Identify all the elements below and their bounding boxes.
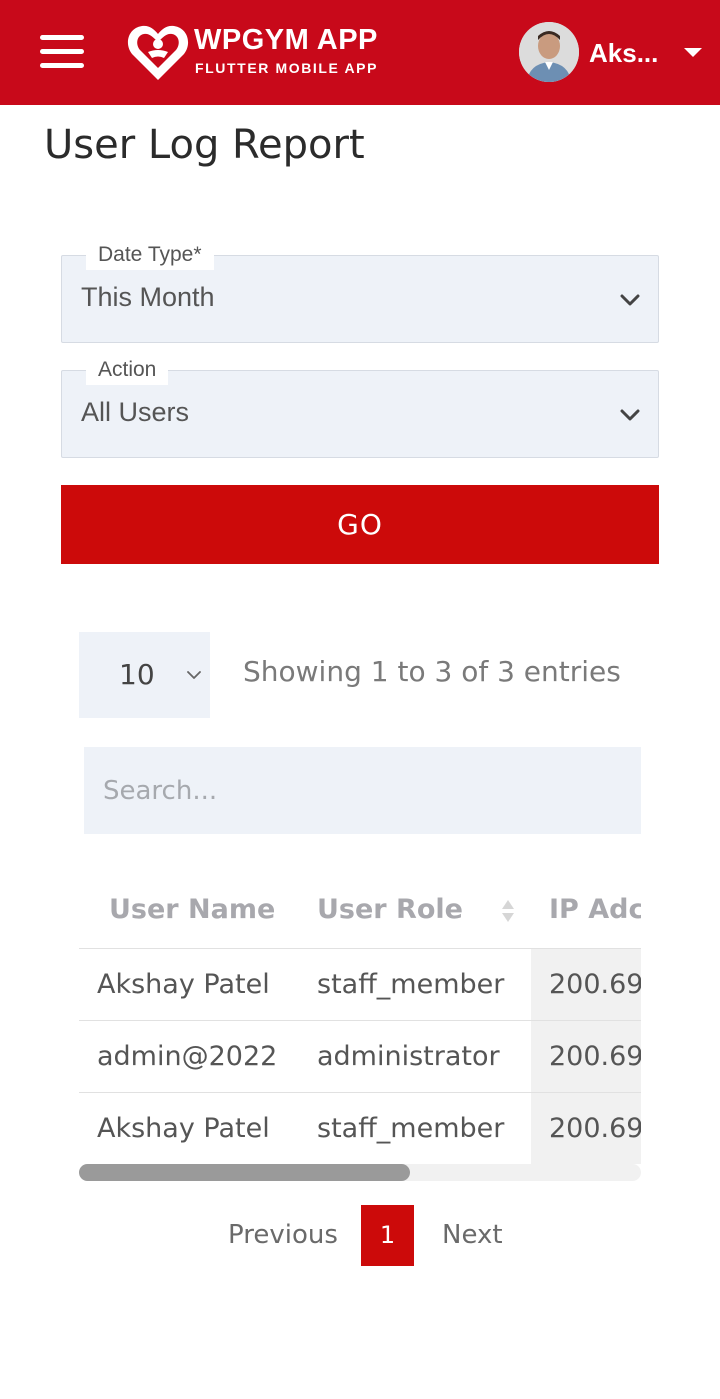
entries-info: Showing 1 to 3 of 3 entries (243, 655, 621, 688)
date-type-label: Date Type* (86, 240, 214, 270)
page-length-value: 10 (119, 658, 155, 691)
app-header: WPGYM APP FLUTTER MOBILE APP Aks... (0, 0, 720, 105)
table-row[interactable]: admin@2022 administrator 200.69. (79, 1019, 641, 1092)
table-header-row: User Name User Role IP Adc (79, 872, 641, 948)
caret-down-icon[interactable] (684, 48, 702, 57)
user-name[interactable]: Aks... (589, 38, 658, 69)
column-header-user-role[interactable]: User Role (299, 872, 531, 948)
pagination-previous[interactable]: Previous (228, 1220, 338, 1250)
column-header-user-name[interactable]: User Name (79, 872, 299, 948)
user-log-table[interactable]: User Name User Role IP Adc Akshay Patel … (79, 872, 641, 1165)
date-type-value: This Month (81, 282, 215, 312)
table-row[interactable]: Akshay Patel staff_member 200.69. (79, 947, 641, 1020)
chevron-down-icon (620, 409, 640, 421)
go-button[interactable]: GO (61, 485, 659, 564)
page-length-select[interactable]: 10 (79, 632, 210, 718)
cell-ip-address: 200.69. (531, 947, 641, 1020)
chevron-down-icon (620, 294, 640, 306)
cell-user-name: admin@2022 (79, 1019, 299, 1092)
hamburger-menu-icon[interactable] (40, 35, 84, 69)
brand-title: WPGYM APP (194, 24, 378, 56)
page-title: User Log Report (44, 122, 365, 168)
chevron-down-icon (187, 671, 201, 679)
action-label: Action (86, 355, 169, 385)
heart-logo-icon[interactable] (126, 22, 190, 82)
brand-subtitle: FLUTTER MOBILE APP (195, 60, 379, 76)
cell-ip-address: 200.69. (531, 1019, 641, 1092)
table-row[interactable]: Akshay Patel staff_member 200.69. (79, 1091, 641, 1164)
action-select[interactable]: Action All Users (61, 355, 659, 458)
pagination-next[interactable]: Next (442, 1220, 503, 1250)
search-input[interactable] (84, 747, 641, 834)
action-value: All Users (81, 397, 190, 427)
pagination-page-1[interactable]: 1 (361, 1205, 414, 1266)
avatar[interactable] (519, 22, 579, 82)
cell-user-role: staff_member (299, 1091, 531, 1164)
column-header-ip-address[interactable]: IP Adc (531, 872, 641, 948)
avatar-image (519, 22, 579, 82)
cell-user-name: Akshay Patel (79, 1091, 299, 1164)
date-type-select[interactable]: Date Type* This Month (61, 240, 659, 343)
cell-ip-address: 200.69. (531, 1091, 641, 1164)
horizontal-scrollbar-thumb[interactable] (79, 1164, 410, 1181)
cell-user-role: staff_member (299, 947, 531, 1020)
sort-icon (502, 900, 514, 922)
column-header-label: User Role (317, 894, 463, 926)
cell-user-role: administrator (299, 1019, 531, 1092)
cell-user-name: Akshay Patel (79, 947, 299, 1020)
